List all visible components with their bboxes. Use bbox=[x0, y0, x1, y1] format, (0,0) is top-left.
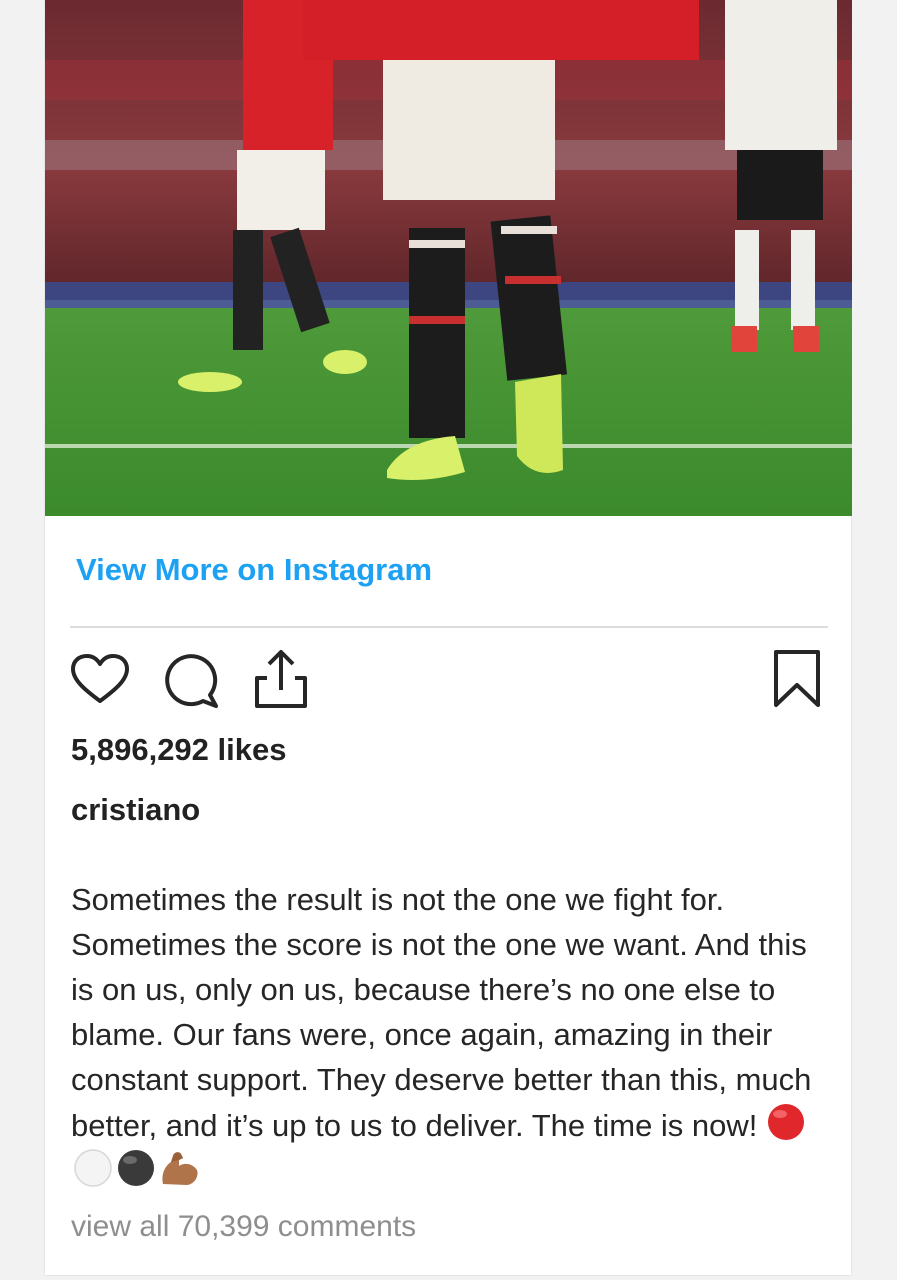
flexed-biceps-emoji bbox=[157, 1148, 201, 1188]
likes-count[interactable]: 5,896,292 likes bbox=[71, 732, 286, 768]
black-circle-emoji bbox=[115, 1148, 157, 1188]
white-circle-emoji bbox=[71, 1148, 115, 1188]
instagram-embed-card: View More on Instagram 5,896,292 likes c… bbox=[44, 0, 852, 1276]
view-more-on-instagram-link[interactable]: View More on Instagram bbox=[76, 552, 432, 588]
post-username[interactable]: cristiano bbox=[71, 792, 200, 828]
heart-icon[interactable] bbox=[69, 653, 131, 705]
red-circle-emoji bbox=[766, 1102, 806, 1142]
post-photo[interactable] bbox=[45, 0, 852, 516]
share-upload-icon[interactable] bbox=[251, 648, 311, 710]
bookmark-icon[interactable] bbox=[772, 648, 822, 710]
view-all-comments-link[interactable]: view all 70,399 comments bbox=[71, 1210, 416, 1244]
divider bbox=[70, 626, 828, 628]
caption-text: Sometimes the result is not the one we f… bbox=[71, 882, 812, 1143]
comment-bubble-icon[interactable] bbox=[161, 650, 221, 710]
post-caption: Sometimes the result is not the one we f… bbox=[71, 877, 831, 1194]
